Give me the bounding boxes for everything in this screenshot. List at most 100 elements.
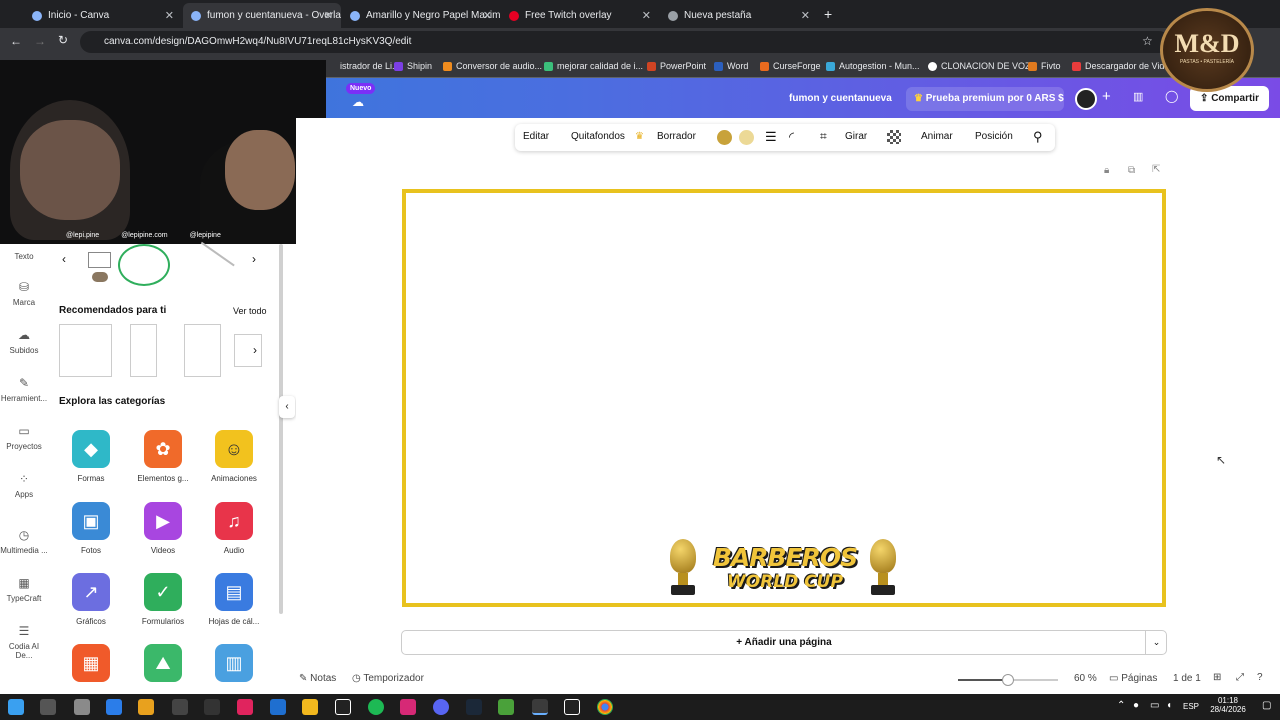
rail-apps[interactable]: ⁘ Apps — [0, 472, 48, 499]
category-photos[interactable]: ▣ Fotos — [59, 502, 123, 555]
zoom-knob[interactable] — [1002, 674, 1014, 686]
volume-icon[interactable]: ◖ — [1166, 700, 1172, 711]
add-page-dropdown-icon[interactable]: ⌄ — [1145, 631, 1167, 654]
timer-button[interactable]: ◷ Temporizador — [352, 673, 424, 684]
instagram-icon[interactable] — [400, 699, 416, 715]
position-button[interactable]: Posición — [975, 131, 1013, 142]
bookmark-item[interactable]: Shipin — [394, 61, 432, 71]
spotify-icon[interactable] — [368, 699, 384, 715]
paint-format-icon[interactable]: ⚲ — [1033, 129, 1043, 145]
category-animations[interactable]: ☺ Animaciones — [202, 430, 266, 483]
eraser-button[interactable]: Borrador — [657, 131, 696, 142]
rail-uploads[interactable]: ☁ Subidos — [0, 328, 48, 355]
bookmark-item[interactable]: Fivto — [1028, 61, 1061, 71]
design-title[interactable]: fumon y cuentanueva — [789, 87, 892, 111]
bookmark-item[interactable]: Descargador de Vid... — [1072, 61, 1172, 71]
taskbar-app-icon[interactable] — [564, 699, 580, 715]
rotate-button[interactable]: Girar — [845, 131, 867, 142]
tab-nueva[interactable]: Nueva pestaña ✕ — [660, 3, 818, 28]
url-field[interactable]: canva.com/design/DAGOmwH2wq4/Nu8IVU71req… — [80, 31, 1170, 53]
barberos-logo[interactable]: BARBEROS WORLD CUP — [704, 543, 866, 601]
new-tab-icon[interactable]: + — [824, 6, 832, 22]
template-thumb[interactable] — [59, 324, 112, 377]
border-style-icon[interactable]: ☰ — [765, 129, 777, 145]
taskbar-app-icon[interactable] — [204, 699, 220, 715]
remove-bg-button[interactable]: Quitafondos — [571, 131, 625, 142]
chrome-icon[interactable] — [597, 699, 613, 715]
zoom-value[interactable]: 60 % — [1074, 673, 1097, 684]
scroll-right-icon[interactable]: › — [252, 252, 256, 266]
scroll-left-icon[interactable]: ‹ — [62, 252, 66, 266]
add-page-icon[interactable]: ⇱ — [1152, 164, 1160, 175]
taskbar-app-icon[interactable] — [106, 699, 122, 715]
help-icon[interactable]: ? — [1257, 672, 1263, 683]
analytics-icon[interactable]: ▥ — [1133, 90, 1143, 103]
category-tables[interactable]: ▦ — [59, 644, 123, 688]
start-icon[interactable] — [8, 699, 24, 715]
steam-icon[interactable] — [466, 699, 482, 715]
close-tab-icon[interactable]: ✕ — [165, 9, 174, 22]
bookmark-item[interactable]: Conversor de audio... — [443, 61, 542, 71]
animate-button[interactable]: Animar — [921, 131, 953, 142]
collapse-panel-icon[interactable]: ‹ — [279, 396, 295, 418]
category-elements[interactable]: ✿ Elementos g... — [131, 430, 195, 483]
template-thumb[interactable] — [130, 324, 157, 377]
bookmark-item[interactable]: Autogestion - Mun... — [826, 61, 920, 71]
bookmark-item[interactable]: CurseForge — [760, 61, 821, 71]
premium-trial-button[interactable]: ♛ Prueba premium por 0 ARS $ — [906, 87, 1064, 111]
see-all-link[interactable]: Ver todo — [233, 306, 267, 316]
add-page-button[interactable]: + Añadir una página — [401, 630, 1167, 655]
taskbar-app-icon[interactable] — [172, 699, 188, 715]
shape-thumb-rect[interactable] — [88, 252, 111, 268]
template-thumb[interactable] — [184, 324, 221, 377]
rail-tools[interactable]: ✎ Herramient... — [0, 376, 48, 403]
lock-icon[interactable]: 🔒︎ — [1104, 165, 1109, 176]
bookmark-star-icon[interactable]: ☆ — [1142, 34, 1153, 48]
grid-view-icon[interactable]: ⊞ — [1213, 672, 1221, 683]
tab-inicio-canva[interactable]: Inicio - Canva ✕ — [24, 3, 182, 28]
tray-chevron-icon[interactable]: ⌃ — [1117, 700, 1125, 711]
rail-text[interactable]: Texto — [0, 252, 48, 261]
color-swatch-1[interactable] — [717, 130, 732, 145]
taskbar-app-icon[interactable] — [270, 699, 286, 715]
pages-button[interactable]: ▭ Páginas — [1109, 673, 1157, 684]
file-explorer-icon[interactable] — [302, 699, 318, 715]
zoom-slider[interactable] — [958, 674, 1058, 686]
add-collaborator-icon[interactable]: + — [1102, 88, 1111, 105]
rail-multimedia[interactable]: ◷ Multimedia ... — [0, 528, 48, 555]
forward-icon[interactable]: → — [34, 34, 46, 48]
color-swatch-2[interactable] — [739, 130, 754, 145]
language-indicator[interactable]: ESP — [1183, 702, 1199, 711]
bookmark-item[interactable]: PowerPoint — [647, 61, 706, 71]
taskbar-app-icon[interactable] — [138, 699, 154, 715]
category-videos[interactable]: ▶ Videos — [131, 502, 195, 555]
duplicate-icon[interactable]: ⧉ — [1128, 165, 1135, 176]
taskbar-app-icon[interactable] — [237, 699, 253, 715]
reload-icon[interactable]: ↻ — [58, 33, 68, 47]
rail-brand[interactable]: ⛁ Marca — [0, 280, 48, 307]
task-view-icon[interactable] — [40, 699, 56, 715]
corner-rounding-icon[interactable]: ◜ — [789, 129, 794, 145]
category-audio[interactable]: ♫ Audio — [202, 502, 266, 555]
back-icon[interactable]: ← — [10, 34, 22, 48]
minecraft-icon[interactable] — [498, 699, 514, 715]
bookmark-item[interactable]: istrador de Li... — [340, 61, 400, 71]
taskbar-app-icon[interactable] — [74, 699, 90, 715]
comment-icon[interactable]: ◯ — [1165, 89, 1178, 103]
discord-icon[interactable] — [433, 699, 449, 715]
capcut-icon[interactable] — [335, 699, 351, 715]
chrome-active-icon[interactable] — [532, 699, 548, 715]
category-sheets[interactable]: ▤ Hojas de cál... — [202, 573, 266, 626]
design-page[interactable]: BARBEROS WORLD CUP — [402, 189, 1166, 607]
avatar[interactable] — [1075, 88, 1097, 110]
crop-icon[interactable]: ⌗ — [820, 129, 827, 144]
panel-scrollbar[interactable] — [279, 244, 283, 614]
bookmark-item[interactable]: Word — [714, 61, 748, 71]
shape-thumb-circle[interactable] — [118, 244, 170, 286]
rail-typecraft[interactable]: ▦ TypeCraft — [0, 576, 48, 603]
category-landscape[interactable]: ⛰ — [131, 644, 195, 688]
tab-overlay[interactable]: fumon y cuentanueva - Overlay ✕ — [183, 3, 341, 28]
category-forms[interactable]: ✓ Formularios — [131, 573, 195, 626]
mic-icon[interactable]: ● — [1133, 700, 1139, 711]
fullscreen-icon[interactable]: ⤢ — [1236, 672, 1244, 683]
